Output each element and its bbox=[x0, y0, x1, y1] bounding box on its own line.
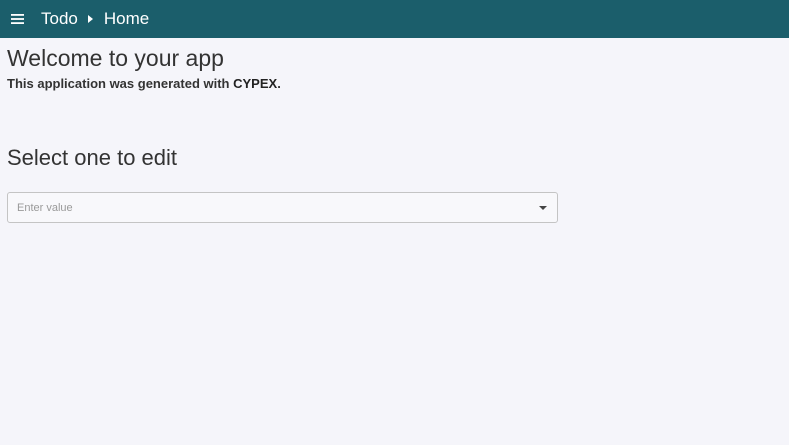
select-placeholder: Enter value bbox=[17, 201, 73, 214]
select-title: Select one to edit bbox=[7, 145, 178, 170]
subtitle: This application was generated with CYPE… bbox=[7, 76, 281, 91]
menu-button[interactable] bbox=[0, 0, 34, 38]
breadcrumb-current: Home bbox=[103, 9, 150, 28]
hamburger-menu-icon bbox=[10, 14, 24, 24]
subtitle-period: . bbox=[277, 76, 281, 91]
caret-right-icon bbox=[78, 0, 104, 38]
dropdown-arrow-icon[interactable] bbox=[529, 193, 557, 222]
app-bar: Todo Home bbox=[0, 0, 789, 38]
subtitle-text: This application was generated with bbox=[7, 76, 234, 91]
welcome-title: Welcome to your app bbox=[7, 45, 224, 71]
brand-name: CYPEX bbox=[233, 76, 278, 91]
breadcrumb-root[interactable]: Todo bbox=[41, 0, 78, 38]
record-select[interactable]: Enter value bbox=[7, 192, 558, 223]
